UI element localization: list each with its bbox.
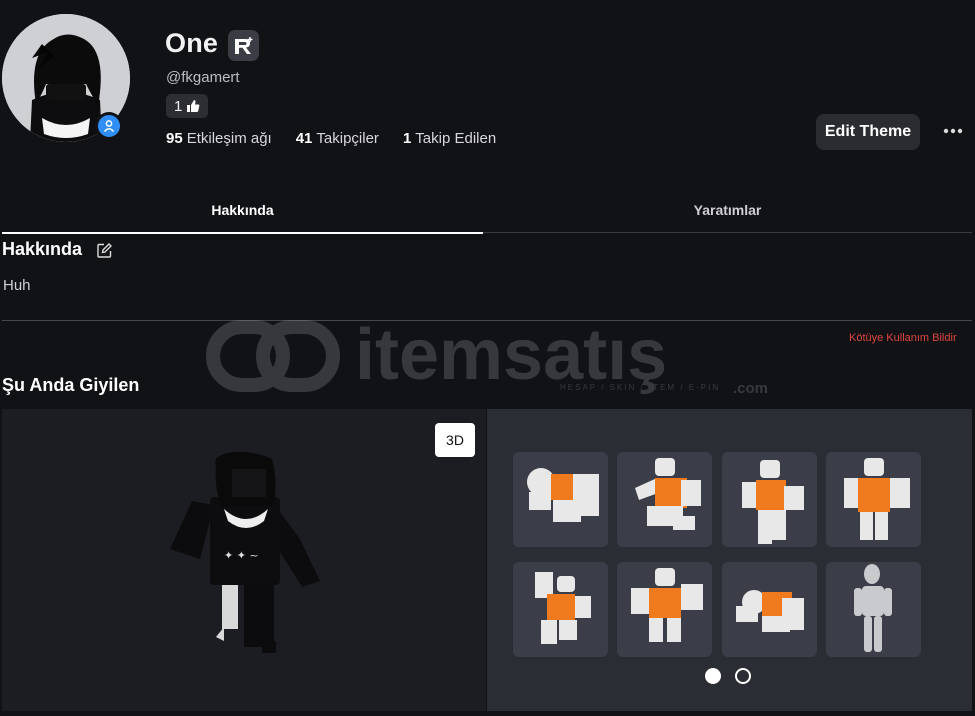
svg-text:✦ ✦ ~: ✦ ✦ ~ bbox=[224, 549, 259, 562]
about-description: Huh bbox=[3, 277, 31, 294]
emote-tile[interactable] bbox=[826, 562, 921, 657]
watermark-tagline: HESAP / SKIN / ITEM / E-PIN bbox=[560, 383, 720, 392]
user-status-icon bbox=[103, 120, 115, 133]
report-abuse-link[interactable]: Kötüye Kullanım Bildir bbox=[849, 332, 957, 344]
view-3d-toggle[interactable]: 3D bbox=[435, 423, 475, 457]
emote-tile[interactable] bbox=[513, 452, 608, 547]
avatar-model: ✦ ✦ ~ bbox=[170, 451, 320, 653]
display-name: One bbox=[165, 28, 219, 58]
about-title: Hakkında bbox=[2, 239, 83, 259]
like-count: 1 bbox=[174, 97, 183, 115]
stat-following[interactable]: 1 Takip Edilen bbox=[403, 130, 496, 147]
carousel-page-1[interactable] bbox=[705, 668, 721, 684]
emote-tile[interactable] bbox=[617, 452, 712, 547]
stat-connections[interactable]: 95 Etkileşim ağı bbox=[166, 130, 272, 147]
tab-creations[interactable]: Yaratımlar bbox=[483, 188, 972, 233]
emote-tile[interactable] bbox=[513, 562, 608, 657]
profile-stats: 95 Etkileşim ağı 41 Takipçiler 1 Takip Edil… bbox=[166, 130, 496, 147]
watermark-link-icon bbox=[206, 320, 340, 392]
avatar-3d-viewer[interactable]: ✦ ✦ ~ bbox=[2, 409, 486, 711]
more-options-button[interactable] bbox=[939, 118, 967, 144]
stat-followers[interactable]: 41 Takipçiler bbox=[296, 130, 379, 147]
edit-about-button[interactable] bbox=[97, 243, 112, 263]
watermark-logo: itemsatış HESAP / SKIN / ITEM / E-PIN .c… bbox=[206, 315, 768, 397]
watermark-suffix: .com bbox=[733, 380, 768, 397]
thumbs-up-icon bbox=[187, 100, 200, 112]
wearing-title: Şu Anda Giyilen bbox=[2, 375, 140, 395]
username: @fkgamert bbox=[166, 69, 240, 86]
tab-about[interactable]: Hakkında bbox=[2, 188, 483, 234]
like-chip[interactable]: 1 bbox=[166, 94, 209, 118]
more-options-icon bbox=[943, 128, 963, 134]
edit-icon bbox=[97, 243, 112, 258]
emote-tile[interactable] bbox=[826, 452, 921, 547]
emote-tile[interactable] bbox=[722, 562, 817, 657]
emote-tile[interactable] bbox=[617, 562, 712, 657]
carousel-page-2[interactable] bbox=[735, 668, 751, 684]
online-status-badge bbox=[95, 112, 123, 140]
edit-theme-button[interactable]: Edit Theme bbox=[816, 114, 920, 150]
premium-icon bbox=[228, 30, 259, 61]
emote-tile[interactable] bbox=[722, 452, 817, 547]
